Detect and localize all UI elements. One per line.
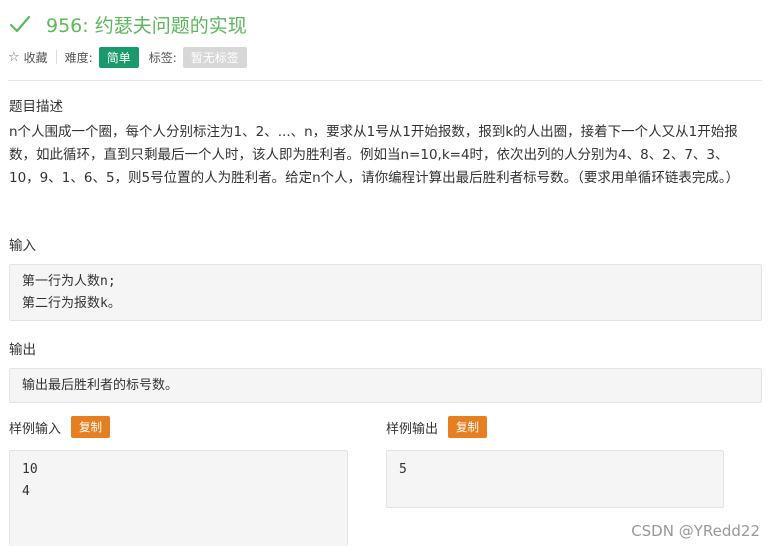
sample-output-heading: 样例输出 [386, 421, 439, 437]
copy-output-button[interactable]: 复制 [448, 416, 488, 438]
watermark: CSDN @YRedd22 [631, 522, 760, 540]
sample-input-line: 10 [22, 462, 38, 477]
sample-output-line: 5 [399, 462, 407, 477]
title-row: 956: 约瑟夫问题的实现 [8, 8, 247, 40]
star-icon[interactable]: ☆ [8, 50, 20, 65]
sample-output-box: 5 [386, 450, 724, 508]
divider [55, 50, 57, 64]
problem-title: 956: 约瑟夫问题的实现 [46, 14, 247, 37]
copy-input-button[interactable]: 复制 [71, 416, 111, 438]
description-text: n个人围成一个圈，每个人分别标注为1、2、...、n，要求从1号从1开始报数，报… [9, 124, 740, 186]
tags-badge: 暂无标签 [182, 46, 247, 68]
input-heading: 输入 [9, 238, 36, 254]
input-line: 第二行为报数k。 [22, 296, 121, 311]
output-heading: 输出 [9, 342, 36, 358]
sample-output-header: 样例输出 复制 [386, 416, 488, 438]
sample-input-header: 样例输入 复制 [9, 416, 111, 438]
description-heading: 题目描述 [9, 99, 63, 115]
meta-row: ☆ 收藏 难度: 简单 标签: 暂无标签 [8, 46, 247, 68]
favorite-button[interactable]: 收藏 [24, 49, 48, 66]
input-line: 第一行为人数n; [22, 274, 116, 289]
divider-line [8, 80, 762, 81]
tags-label: 标签: [148, 50, 177, 65]
difficulty-badge: 简单 [98, 46, 139, 68]
output-box: 输出最后胜利者的标号数。 [9, 368, 762, 403]
difficulty-label: 难度: [64, 50, 93, 65]
sample-input-box: 10 4 [9, 450, 348, 546]
check-icon [9, 15, 31, 33]
output-line: 输出最后胜利者的标号数。 [22, 378, 179, 393]
sample-input-heading: 样例输入 [9, 421, 62, 437]
sample-input-line: 4 [22, 484, 30, 499]
input-box: 第一行为人数n; 第二行为报数k。 [9, 264, 762, 321]
